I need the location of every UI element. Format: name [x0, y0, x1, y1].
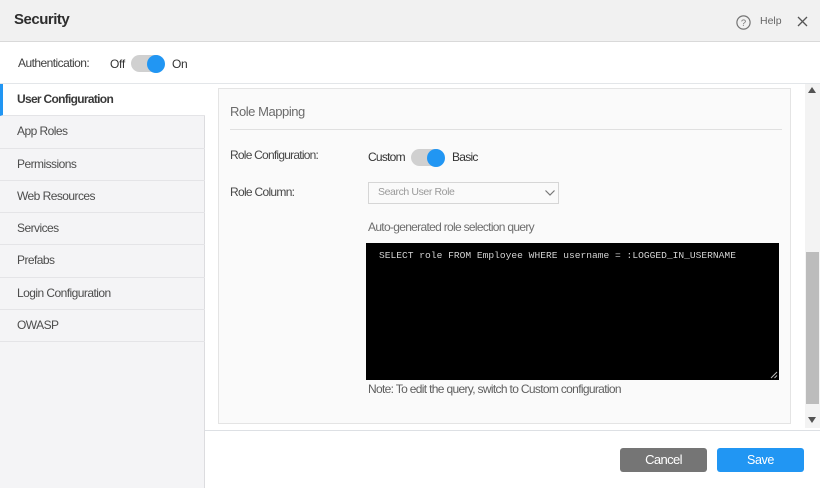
svg-text:?: ? [741, 18, 746, 29]
